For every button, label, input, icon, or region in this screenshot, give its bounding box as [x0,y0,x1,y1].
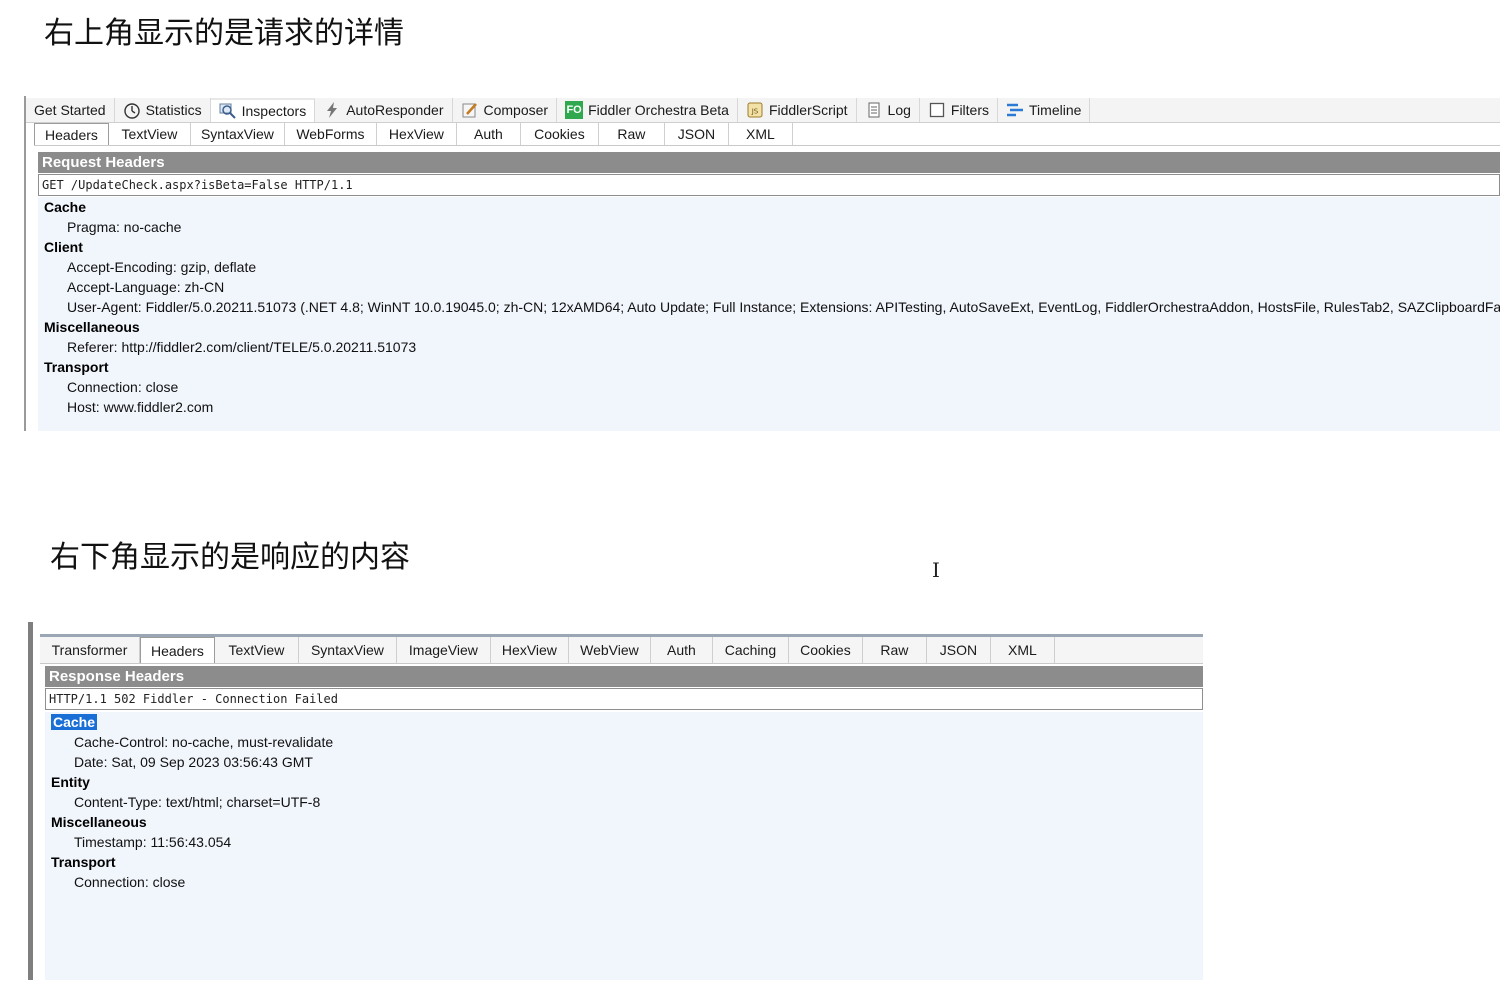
sub-tab-xml[interactable]: XML [729,123,793,145]
response-headers-title: Response Headers [45,666,1203,687]
sub-tab-hexview[interactable]: HexView [491,637,569,663]
request-inspector-panel: Get Started Statistics Inspectors AutoRespo… [24,96,1500,431]
header-group-miscellaneous[interactable]: Miscellaneous [38,317,1500,337]
stopwatch-icon [123,101,141,119]
header-group-entity[interactable]: Entity [45,772,1203,792]
request-headers-title: Request Headers [38,152,1500,173]
main-tab-label: FiddlerScript [768,102,848,118]
main-tab-label: Inspectors [241,103,307,119]
main-tab-filters[interactable]: Filters [920,98,999,122]
header-group-label: Miscellaneous [51,814,147,830]
header-item[interactable]: Connection: close [45,872,1203,892]
header-group-label: Cache [51,714,98,730]
fo-icon: FO [565,101,584,119]
header-group-miscellaneous[interactable]: Miscellaneous [45,812,1203,832]
svg-text:JS: JS [751,108,759,116]
header-item[interactable]: Host: www.fiddler2.com [38,397,1500,417]
sub-tab-webview[interactable]: WebView [569,637,651,663]
pencil-icon [461,101,479,119]
header-item[interactable]: Date: Sat, 09 Sep 2023 03:56:43 GMT [45,752,1203,772]
main-tab-label: AutoResponder [346,102,444,118]
header-group-label: Cache [44,199,87,215]
sub-tab-raw[interactable]: Raw [863,637,927,663]
caption-request: 右上角显示的是请求的详情 [44,16,404,51]
header-item[interactable]: Timestamp: 11:56:43.054 [45,832,1203,852]
sub-tab-webforms[interactable]: WebForms [285,123,377,145]
sub-tab-auth[interactable]: Auth [457,123,521,145]
response-inspector-panel: Transformer Headers TextView SyntaxView Imag… [28,622,1203,980]
header-item[interactable]: Accept-Encoding: gzip, deflate [38,257,1500,277]
header-item[interactable]: Accept-Language: zh-CN [38,277,1500,297]
main-tab-get-started[interactable]: Get Started [26,98,115,122]
magnifier-icon [219,102,237,120]
timeline-icon [1006,101,1024,119]
log-icon [865,101,883,119]
header-item[interactable]: Connection: close [38,377,1500,397]
header-group-cache[interactable]: Cache [38,197,1500,217]
request-headers-tree[interactable]: Cache Pragma: no-cache Client Accept-Encodi… [38,197,1500,431]
sub-tab-syntaxview[interactable]: SyntaxView [191,123,285,145]
header-item[interactable]: Referer: http://fiddler2.com/client/TELE… [38,337,1500,357]
sub-tab-textview[interactable]: TextView [109,123,191,145]
main-tab-label: Get Started [34,102,106,118]
header-group-label: Transport [51,854,116,870]
sub-tab-json[interactable]: JSON [927,637,991,663]
main-tab-composer[interactable]: Composer [453,98,558,122]
request-line[interactable]: GET /UpdateCheck.aspx?isBeta=False HTTP/… [38,174,1500,196]
main-tab-label: Log [887,102,911,118]
header-group-label: Client [44,239,83,255]
header-item[interactable]: Pragma: no-cache [38,217,1500,237]
sub-tab-cookies[interactable]: Cookies [521,123,599,145]
header-item[interactable]: Content-Type: text/html; charset=UTF-8 [45,792,1203,812]
main-tab-strip: Get Started Statistics Inspectors AutoRespo… [26,98,1500,123]
lightning-icon [323,101,341,119]
main-tab-label: Fiddler Orchestra Beta [588,102,729,118]
caption-response: 右下角显示的是响应的内容 [50,540,410,575]
header-item[interactable]: Cache-Control: no-cache, must-revalidate [45,732,1203,752]
sub-tab-caching[interactable]: Caching [713,637,789,663]
main-tab-autoresponder[interactable]: AutoResponder [315,98,453,122]
header-group-client[interactable]: Client [38,237,1500,257]
sub-tab-json[interactable]: JSON [665,123,729,145]
main-tab-fiddler-orchestra-beta[interactable]: FO Fiddler Orchestra Beta [557,98,738,122]
main-tab-statistics[interactable]: Statistics [115,98,211,122]
response-sub-tab-strip: Transformer Headers TextView SyntaxView Imag… [40,634,1203,664]
main-tab-fiddlerscript[interactable]: JS FiddlerScript [738,98,857,122]
status-line[interactable]: HTTP/1.1 502 Fiddler - Connection Failed [45,688,1203,710]
request-sub-tab-strip: Headers TextView SyntaxView WebForms HexView… [34,123,1500,146]
header-group-cache[interactable]: Cache [45,712,1203,732]
header-group-transport[interactable]: Transport [45,852,1203,872]
main-tab-inspectors[interactable]: Inspectors [210,98,316,122]
header-group-label: Miscellaneous [44,319,140,335]
main-tab-label: Composer [483,102,549,118]
header-group-transport[interactable]: Transport [38,357,1500,377]
checkbox-icon [928,101,946,119]
main-tab-log[interactable]: Log [857,98,920,122]
sub-tab-xml[interactable]: XML [991,637,1055,663]
sub-tab-textview[interactable]: TextView [215,637,299,663]
sub-tab-auth[interactable]: Auth [651,637,713,663]
main-tab-timeline[interactable]: Timeline [998,98,1091,122]
sub-tab-syntaxview[interactable]: SyntaxView [299,637,397,663]
response-headers-tree[interactable]: Cache Cache-Control: no-cache, must-reval… [45,712,1203,980]
sub-tab-transformer[interactable]: Transformer [40,637,140,663]
sub-tab-imageview[interactable]: ImageView [397,637,491,663]
sub-tab-raw[interactable]: Raw [599,123,665,145]
sub-tab-hexview[interactable]: HexView [377,123,457,145]
main-tab-label: Filters [950,102,990,118]
sub-tab-headers[interactable]: Headers [140,637,215,663]
header-group-label: Entity [51,774,90,790]
script-icon: JS [746,101,764,119]
sub-tab-headers[interactable]: Headers [34,123,109,145]
header-group-label: Transport [44,359,109,375]
text-cursor-icon: I [932,558,940,582]
main-tab-label: Statistics [145,102,202,118]
main-tab-label: Timeline [1029,102,1082,118]
header-item[interactable]: User-Agent: Fiddler/5.0.20211.51073 (.NE… [38,297,1500,317]
sub-tab-cookies[interactable]: Cookies [789,637,863,663]
